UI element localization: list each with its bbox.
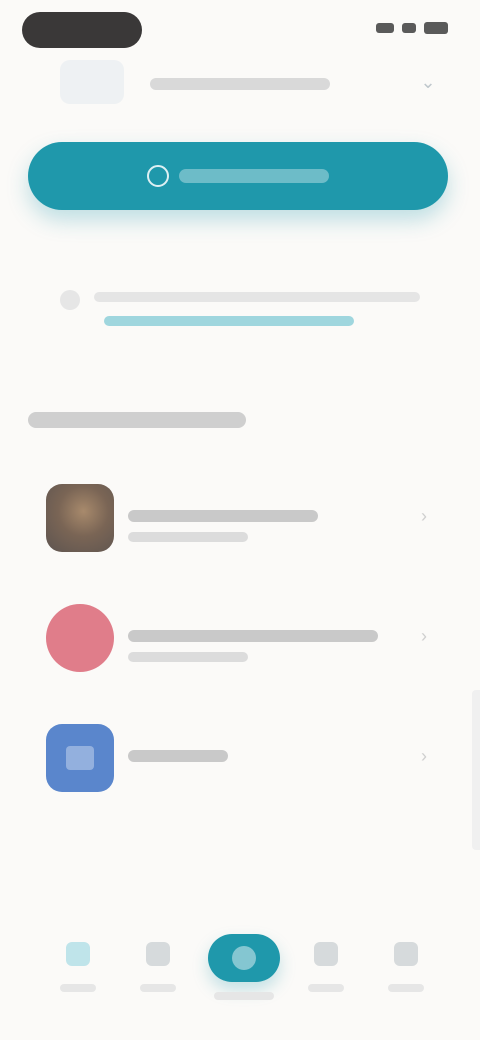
- chevron-right-icon: ›: [421, 746, 427, 766]
- info-block: [60, 286, 420, 336]
- info-icon: [60, 290, 80, 310]
- nav-item-center-action[interactable]: [208, 934, 280, 982]
- signal-icon: [376, 23, 394, 33]
- nav-item-grid[interactable]: [128, 930, 188, 1010]
- center-action-icon: [232, 946, 256, 970]
- grid-icon: [146, 942, 170, 966]
- list-item-subtitle: [128, 652, 248, 662]
- avatar[interactable]: [60, 60, 124, 104]
- nav-label: [308, 984, 344, 992]
- section-title: [28, 408, 248, 432]
- section-title-text: [28, 412, 246, 428]
- nav-label: [140, 984, 176, 992]
- status-pill: [22, 12, 142, 48]
- list-item[interactable]: ›: [0, 470, 480, 590]
- plus-circle-icon: [147, 165, 169, 187]
- battery-icon: [424, 22, 448, 34]
- scrollbar[interactable]: [472, 690, 480, 850]
- list-item-subtitle: [128, 532, 248, 542]
- nav-item-home[interactable]: [48, 930, 108, 1010]
- info-link[interactable]: [104, 316, 354, 326]
- status-bar: [0, 0, 480, 56]
- info-text: [94, 292, 420, 302]
- list-item-title: [128, 630, 378, 642]
- list-item-thumbnail: [46, 604, 114, 672]
- nav-label: [388, 984, 424, 992]
- nav-item-profile[interactable]: [376, 930, 436, 1010]
- list-item-title: [128, 510, 318, 522]
- primary-action-label: [179, 169, 329, 183]
- chevron-down-icon[interactable]: ⌄: [416, 70, 440, 94]
- nav-item-chat[interactable]: [296, 930, 356, 1010]
- list-item[interactable]: ›: [0, 710, 480, 830]
- profile-icon: [394, 942, 418, 966]
- list-item-title: [128, 750, 228, 762]
- list-item[interactable]: ›: [0, 590, 480, 710]
- page-title: [150, 78, 330, 90]
- home-icon: [66, 942, 90, 966]
- app-screen: ⌄ › › ›: [0, 0, 480, 1040]
- nav-label: [60, 984, 96, 992]
- primary-action-button[interactable]: [28, 142, 448, 210]
- list-item-thumbnail: [46, 484, 114, 552]
- nav-label: [214, 992, 274, 1000]
- chevron-right-icon: ›: [421, 506, 427, 526]
- chat-icon: [314, 942, 338, 966]
- header: ⌄: [0, 60, 480, 110]
- chevron-right-icon: ›: [421, 626, 427, 646]
- status-icons: [376, 22, 448, 34]
- wifi-icon: [402, 23, 416, 33]
- list-item-thumbnail: [46, 724, 114, 792]
- list: › › ›: [0, 470, 480, 830]
